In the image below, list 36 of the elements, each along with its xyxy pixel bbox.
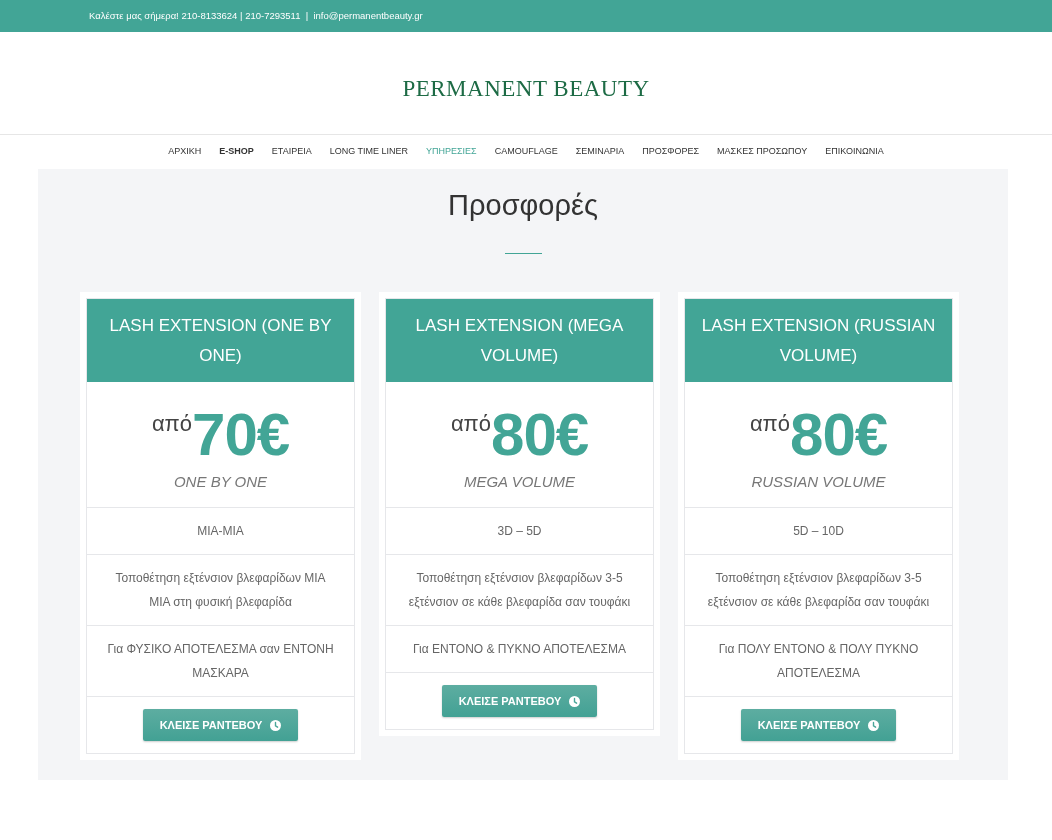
nav-link[interactable]: E-SHOP <box>219 145 254 159</box>
price-amount: 80€ <box>491 405 589 465</box>
price-prefix: από <box>749 413 790 435</box>
feature-text: Για ΕΝΤΟΝΟ & ΠΥΚΝΟ ΑΠΟΤΕΛΕΣΜΑ <box>413 641 626 658</box>
price-prefix: από <box>151 413 192 435</box>
feature-text: Τοποθέτηση εξτένσιον βλεφαρίδων 3-5 εξτένσιον σε κάθε βλεφαρίδα σαν τουφάκι <box>407 570 632 611</box>
offer-subtitle: MEGA VOLUME <box>463 472 576 492</box>
offer-title: LASH EXTENSION (MEGA VOLUME) <box>386 299 653 382</box>
feature-text: Για ΦΥΣΙΚΟ ΑΠΟΤΕΛΕΣΜΑ σαν ΕΝΤΟΝΗ ΜΑΣΚΑΡΑ <box>106 641 335 682</box>
nav-link[interactable]: ΕΤΑΙΡΕΙΑ <box>271 145 312 159</box>
price-prefix: από <box>450 413 491 435</box>
logo-text[interactable]: PERMANENT BEAUTY <box>402 59 650 107</box>
nav-link[interactable]: ΜΑΣΚΕΣ ΠΡΟΣΩΠΟΥ <box>717 145 808 159</box>
feature-text: Για ΠΟΛΥ ΕΝΤΟΝΟ & ΠΟΛΥ ΠΥΚΝΟ ΑΠΟΤΕΛΕΣΜΑ <box>717 641 920 682</box>
price-amount: 70€ <box>192 405 290 465</box>
offer-subtitle: RUSSIAN VOLUME <box>751 472 886 492</box>
nav-link[interactable]: ΠΡΟΣΦΟΡΕΣ <box>642 145 700 159</box>
offer-subtitle: ONE BY ONE <box>173 472 268 492</box>
offer-title: LASH EXTENSION (RUSSIAN VOLUME) <box>685 299 952 382</box>
clock-icon <box>270 719 282 731</box>
offer-title: LASH EXTENSION (ONE BY ONE) <box>87 299 354 382</box>
feature-text: 3D – 5D <box>497 523 542 540</box>
feature-text: Τοποθέτηση εξτένσιον βλεφαρίδων 3-5 εξτένσιον σε κάθε βλεφαρίδα σαν τουφάκι <box>706 570 931 611</box>
clock-icon <box>868 719 880 731</box>
feature-text: 5D – 10D <box>793 523 844 540</box>
nav-link[interactable]: ΣΕΜΙΝΑΡΙΑ <box>575 145 625 159</box>
contact-info-text: Καλέστε μας σήμερα! 210-8133624 | 210-7293511 | info@permanentbeauty.gr <box>89 8 423 23</box>
clock-icon <box>569 695 581 707</box>
feature-text: ΜΙΑ-ΜΙΑ <box>197 523 244 540</box>
price-amount: 80€ <box>790 405 888 465</box>
nav-link[interactable]: ΕΠΙΚΟΙΝΩΝΙΑ <box>825 145 884 159</box>
nav-link[interactable]: ΑΡΧΙΚΗ <box>168 145 202 159</box>
section-title: Προσφορές <box>448 188 598 223</box>
nav-link[interactable]: LONG TIME LINER <box>329 145 409 159</box>
nav-link[interactable]: CAMOUFLAGE <box>494 145 558 159</box>
feature-text: Τοποθέτηση εξτένσιον βλεφαρίδων ΜΙΑ ΜΙΑ στη φυσική βλεφαρίδα <box>114 570 327 611</box>
